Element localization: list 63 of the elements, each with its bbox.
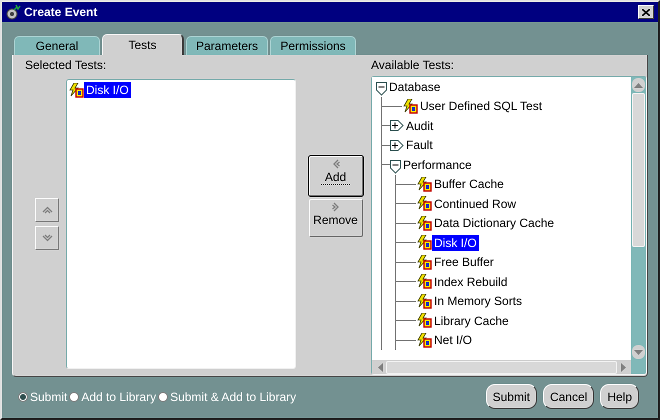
lightning-icon	[68, 82, 84, 98]
lightning-icon	[416, 235, 432, 250]
triangle-down-icon	[634, 350, 643, 354]
tab[interactable]: Parameters	[186, 36, 268, 55]
tree-item[interactable]: Buffer Cache	[432, 176, 506, 192]
expand-icon[interactable]	[390, 140, 404, 151]
dialog-button[interactable]: Submit	[486, 384, 537, 409]
lightning-icon	[416, 313, 432, 328]
triangle-right-icon	[620, 362, 626, 372]
window-title: Create Event	[24, 5, 98, 19]
collapse-icon[interactable]	[390, 160, 401, 174]
close-icon	[642, 8, 650, 16]
tree-item[interactable]: Audit	[404, 118, 436, 134]
tree-item[interactable]: Disk I/O	[432, 234, 479, 251]
move-up-button[interactable]	[35, 198, 59, 222]
lightning-icon	[416, 274, 432, 290]
add-button[interactable]: Add	[308, 156, 362, 196]
tree-item[interactable]: Index Rebuild	[432, 274, 510, 290]
lightning-icon	[416, 216, 432, 231]
radio-button[interactable]	[18, 392, 28, 402]
lightning-icon	[416, 332, 432, 348]
dialog-button[interactable]: Help	[600, 384, 639, 409]
dialog-button[interactable]: Cancel	[542, 384, 594, 409]
tree-item[interactable]: User Defined SQL Test	[418, 98, 544, 114]
chevron-left-icon	[332, 159, 340, 169]
lightning-icon	[416, 294, 432, 309]
chevron-down-icon	[42, 234, 52, 242]
tree-item[interactable]: Fault	[404, 137, 435, 154]
chevron-right-icon	[332, 202, 340, 212]
radio-label: Submit & Add to Library	[170, 390, 296, 404]
lightning-icon	[402, 98, 418, 114]
tab[interactable]: Permissions	[270, 36, 356, 55]
tab[interactable]: Tests	[102, 34, 184, 55]
expand-icon[interactable]	[390, 120, 404, 132]
radio-button[interactable]	[158, 392, 168, 402]
section-label: Available Tests:	[371, 57, 455, 73]
tree-item[interactable]: Free Buffer	[432, 254, 496, 270]
radio-label: Submit	[30, 390, 68, 404]
lightning-icon	[416, 196, 432, 212]
tree-item[interactable]: Net I/O	[432, 332, 474, 348]
selected-tests-list[interactable]: Disk I/O	[66, 79, 296, 369]
section-label: Selected Tests:	[25, 57, 108, 73]
tree-item[interactable]: Data Dictionary Cache	[432, 215, 556, 232]
tree-item[interactable]: Library Cache	[432, 312, 511, 329]
tree-item[interactable]: In Memory Sorts	[432, 293, 524, 310]
radio-button[interactable]	[69, 392, 80, 402]
tab[interactable]: General	[14, 36, 100, 55]
triangle-left-icon	[378, 362, 382, 372]
close-button[interactable]	[638, 5, 654, 19]
vertical-scrollbar[interactable]	[631, 77, 646, 360]
move-down-button[interactable]	[35, 226, 59, 250]
lightning-icon	[416, 254, 432, 270]
lightning-icon	[416, 176, 432, 192]
horizontal-scrollbar[interactable]	[372, 360, 631, 374]
radio-label: Add to Library	[81, 390, 156, 404]
triangle-up-icon	[634, 82, 643, 88]
tree-item[interactable]: Continued Row	[432, 196, 518, 212]
chevron-up-icon	[42, 206, 52, 214]
list-item[interactable]: Disk I/O	[84, 82, 131, 98]
collapse-icon[interactable]	[376, 82, 387, 96]
remove-button[interactable]: Remove	[308, 199, 362, 237]
tree-item[interactable]: Performance	[401, 156, 474, 173]
tree-item[interactable]: Database	[387, 78, 442, 95]
